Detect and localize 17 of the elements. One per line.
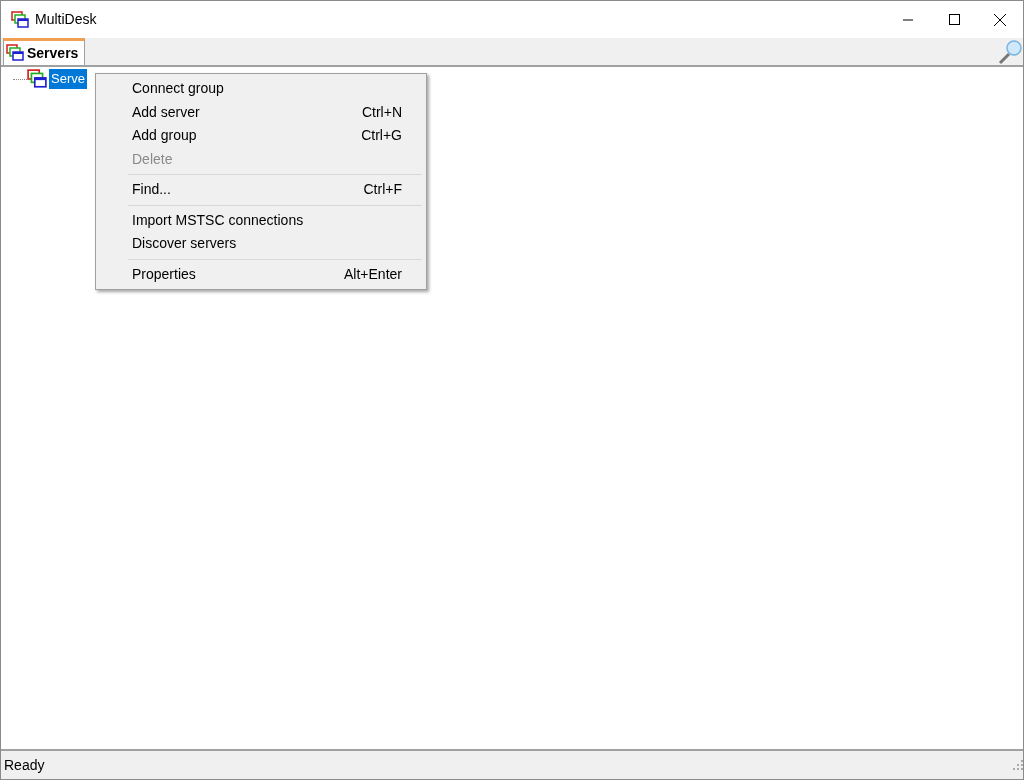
menu-item[interactable]: Properties Alt+Enter bbox=[98, 262, 424, 286]
windows-icon bbox=[6, 44, 24, 62]
windows-icon bbox=[27, 69, 47, 89]
menu-item[interactable]: Import MSTSC connections bbox=[98, 208, 424, 232]
menu-item[interactable]: Connect group bbox=[98, 77, 424, 101]
menu-item[interactable]: Discover servers bbox=[98, 232, 424, 256]
tab[interactable]: Servers bbox=[3, 38, 86, 65]
menu-item[interactable]: Add server Ctrl+N bbox=[98, 100, 424, 124]
window-title: MultiDesk bbox=[35, 10, 97, 29]
search-icon[interactable] bbox=[997, 38, 1023, 65]
maximize-icon bbox=[948, 14, 960, 25]
menu-item[interactable]: Find... Ctrl+F bbox=[98, 178, 424, 202]
windows-icon bbox=[11, 10, 29, 29]
close-icon bbox=[994, 13, 1006, 26]
tree-item[interactable]: Serve bbox=[49, 69, 87, 89]
menu-item[interactable]: Add group Ctrl+G bbox=[98, 124, 424, 148]
status-text: Ready bbox=[4, 755, 45, 775]
